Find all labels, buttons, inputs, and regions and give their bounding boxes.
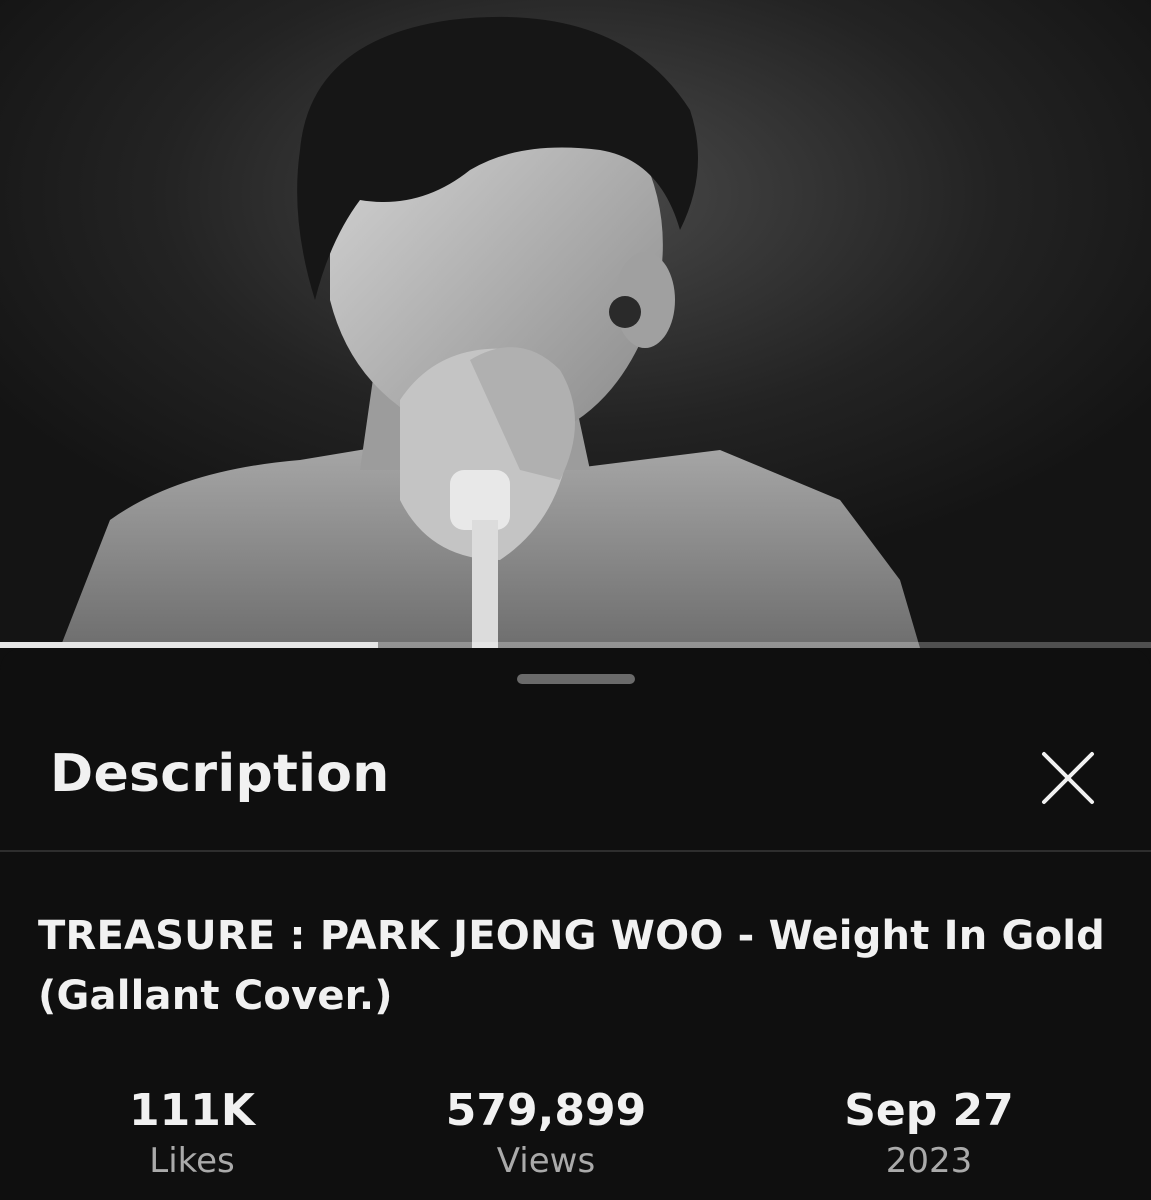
views-label: Views <box>496 1141 596 1181</box>
video-frame-image <box>0 0 1151 648</box>
video-title: TREASURE : PARK JEONG WOO - Weight In Go… <box>38 913 1106 1019</box>
mobile-screen: Description TREASURE : PARK JEONG WOO - … <box>0 0 1151 1200</box>
close-button[interactable] <box>1030 740 1106 816</box>
video-player[interactable] <box>0 0 1151 648</box>
description-sheet: Description TREASURE : PARK JEONG WOO - … <box>0 648 1151 1200</box>
close-icon <box>1042 752 1094 804</box>
date-stat: Sep 27 2023 <box>789 1084 1069 1184</box>
sheet-divider <box>0 850 1151 852</box>
likes-label: Likes <box>149 1141 235 1181</box>
sheet-drag-handle[interactable] <box>517 674 635 684</box>
sheet-title: Description <box>50 744 390 804</box>
views-stat: 579,899 Views <box>406 1084 686 1184</box>
upload-date: Sep 27 <box>844 1085 1014 1136</box>
likes-count: 111K <box>129 1085 255 1136</box>
upload-year: 2023 <box>885 1141 973 1181</box>
likes-stat: 111K Likes <box>52 1084 332 1184</box>
views-count: 579,899 <box>445 1085 647 1136</box>
